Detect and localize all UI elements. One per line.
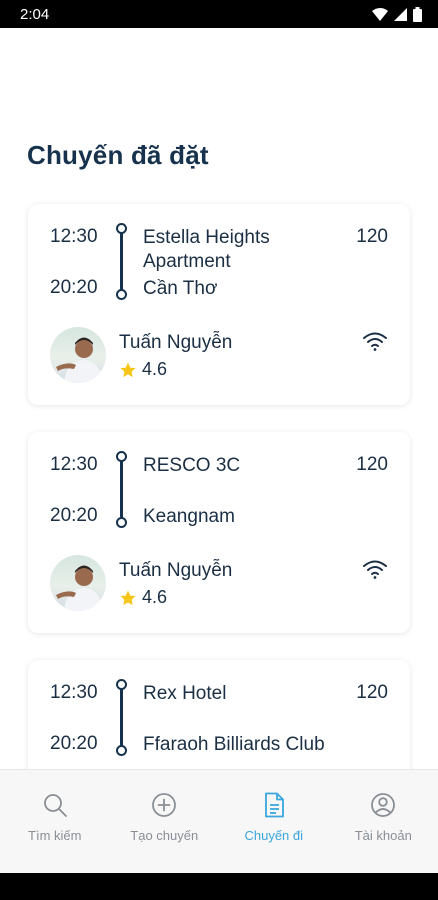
plus-circle-icon [152, 793, 177, 817]
route-line [120, 461, 123, 518]
rating-value: 4.6 [142, 359, 168, 379]
driver-name: Tuấn Nguyễn [119, 560, 233, 581]
depart-time: 12:30 [50, 682, 98, 703]
search-icon [43, 794, 67, 817]
nav-item-create-trip[interactable]: Tạo chuyến [110, 770, 220, 873]
route-end-dot [116, 745, 127, 756]
trip-price: 120 [356, 454, 388, 475]
nav-item-account[interactable]: Tài khoản [329, 770, 438, 873]
nav-item-trips[interactable]: Chuyến đi [219, 770, 329, 873]
nav-item-search[interactable]: Tìm kiếm [0, 770, 110, 873]
nav-label-account: Tài khoản [354, 828, 412, 843]
driver-avatar [50, 327, 106, 383]
system-navigation-bar [0, 873, 438, 900]
status-time: 2:04 [20, 5, 50, 23]
driver-avatar [50, 555, 106, 611]
document-icon [264, 792, 284, 818]
arrive-time: 20:20 [50, 505, 98, 526]
route-end-dot [116, 517, 127, 528]
route-end-dot [116, 289, 127, 300]
status-bar: 2:04 [0, 0, 438, 28]
trip-price: 120 [356, 226, 388, 247]
page-title: Chuyến đã đặt [27, 140, 209, 170]
driver-rating: 4.6 [119, 359, 167, 380]
account-icon [371, 793, 396, 817]
battery-icon [413, 6, 422, 22]
trip-card[interactable]: 12:30 20:20 RESCO 3C Keangnam 120 Tuấn N… [28, 432, 410, 633]
arrive-time: 20:20 [50, 277, 98, 298]
wifi-amenity-icon [363, 560, 387, 579]
status-icons [372, 6, 422, 22]
arrive-time: 20:20 [50, 733, 98, 754]
bottom-nav: Tìm kiếm Tạo chuyến Chuyến đi Tài khoản [0, 769, 438, 873]
trip-card[interactable]: 12:30 20:20 Estella Heights Apartment Cầ… [28, 204, 410, 405]
dropoff-location: Keangnam [143, 506, 235, 527]
dropoff-location: Ffaraoh Billiards Club [143, 734, 325, 755]
pickup-location: Rex Hotel [143, 683, 227, 704]
rating-value: 4.6 [142, 587, 168, 607]
signal-icon [394, 7, 407, 21]
pickup-location: Estella Heights Apartment [143, 227, 270, 272]
route-line [120, 233, 123, 290]
pickup-location: RESCO 3C [143, 455, 241, 476]
depart-time: 12:30 [50, 454, 98, 475]
trip-price: 120 [356, 682, 388, 703]
wifi-amenity-icon [363, 332, 387, 351]
route-line [120, 689, 123, 746]
driver-rating: 4.6 [119, 587, 167, 608]
depart-time: 12:30 [50, 226, 98, 247]
nav-label-create-trip: Tạo chuyến [130, 828, 199, 843]
star-icon [120, 590, 136, 605]
dropoff-location: Cần Thơ [143, 278, 218, 299]
nav-label-search: Tìm kiếm [28, 828, 82, 843]
wifi-status-icon [372, 7, 388, 21]
star-icon [120, 362, 136, 377]
driver-name: Tuấn Nguyễn [119, 332, 233, 353]
nav-label-trips: Chuyến đi [244, 828, 304, 843]
